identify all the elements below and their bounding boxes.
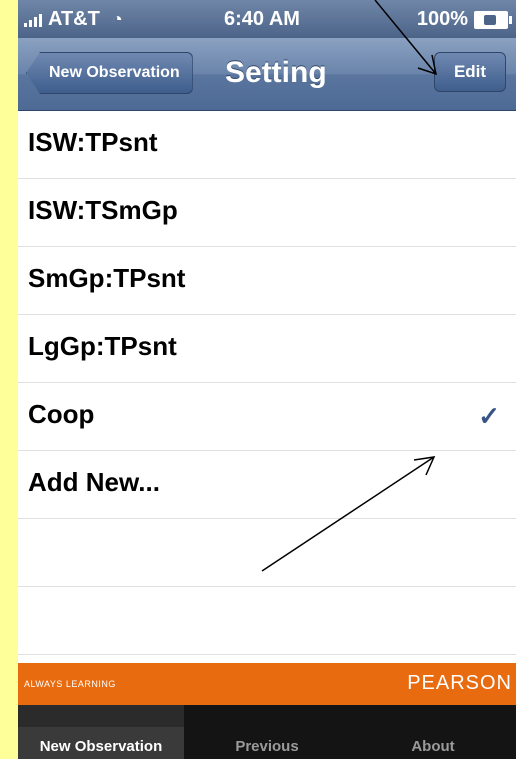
carrier-name: AT&T: [48, 8, 100, 30]
settings-list: ISW:TPsnt ISW:TSmGp SmGp:TPsnt LgGp:TPsn…: [18, 111, 516, 655]
status-time: 6:40 AM: [224, 8, 300, 30]
banner-tagline: ALWAYS LEARNING: [24, 679, 116, 689]
status-bar: AT&T ◔ 6:40 AM 100%: [18, 0, 516, 38]
add-new-item[interactable]: Add New...: [18, 451, 516, 519]
carrier-group: AT&T ◔: [24, 8, 123, 31]
tab-label: Previous: [235, 738, 299, 755]
list-item[interactable]: SmGp:TPsnt: [18, 247, 516, 315]
list-item[interactable]: ISW:TPsnt: [18, 111, 516, 179]
tab-about[interactable]: About: [350, 705, 516, 759]
list-item[interactable]: LgGp:TPsnt: [18, 315, 516, 383]
list-item[interactable]: Coop ✓: [18, 383, 516, 451]
battery-percent: 100%: [416, 8, 468, 30]
pearson-banner: ALWAYS LEARNING PEARSON: [18, 663, 516, 705]
battery-icon: [474, 10, 512, 29]
list-item[interactable]: ISW:TSmGp: [18, 179, 516, 247]
list-item-label: ISW:TPsnt: [28, 127, 158, 157]
list-item-label: Coop: [28, 399, 95, 429]
phone-screen: AT&T ◔ 6:40 AM 100% New Observation Sett…: [18, 0, 516, 759]
pearson-logo: PEARSON: [407, 672, 512, 694]
navigation-bar: New Observation Setting Edit: [18, 38, 516, 111]
list-item-label: SmGp:TPsnt: [28, 263, 186, 293]
tab-bar: New Observation Previous About: [18, 705, 516, 759]
list-item-label: LgGp:TPsnt: [28, 331, 177, 361]
checkmark-icon: ✓: [478, 401, 500, 431]
page-title: Setting: [225, 56, 327, 89]
tab-new-observation[interactable]: New Observation: [18, 705, 184, 759]
tab-label: About: [411, 738, 455, 755]
empty-row: [18, 519, 516, 587]
empty-row: [18, 587, 516, 655]
wifi-icon: ◔: [111, 9, 123, 29]
edit-button[interactable]: Edit: [434, 52, 506, 92]
tab-label: New Observation: [39, 738, 163, 755]
signal-bars-icon: [24, 13, 42, 27]
battery-group: 100%: [416, 8, 512, 31]
back-button[interactable]: New Observation: [26, 52, 193, 94]
list-item-label: Add New...: [28, 467, 160, 497]
tab-previous[interactable]: Previous: [184, 705, 350, 759]
list-item-label: ISW:TSmGp: [28, 195, 178, 225]
